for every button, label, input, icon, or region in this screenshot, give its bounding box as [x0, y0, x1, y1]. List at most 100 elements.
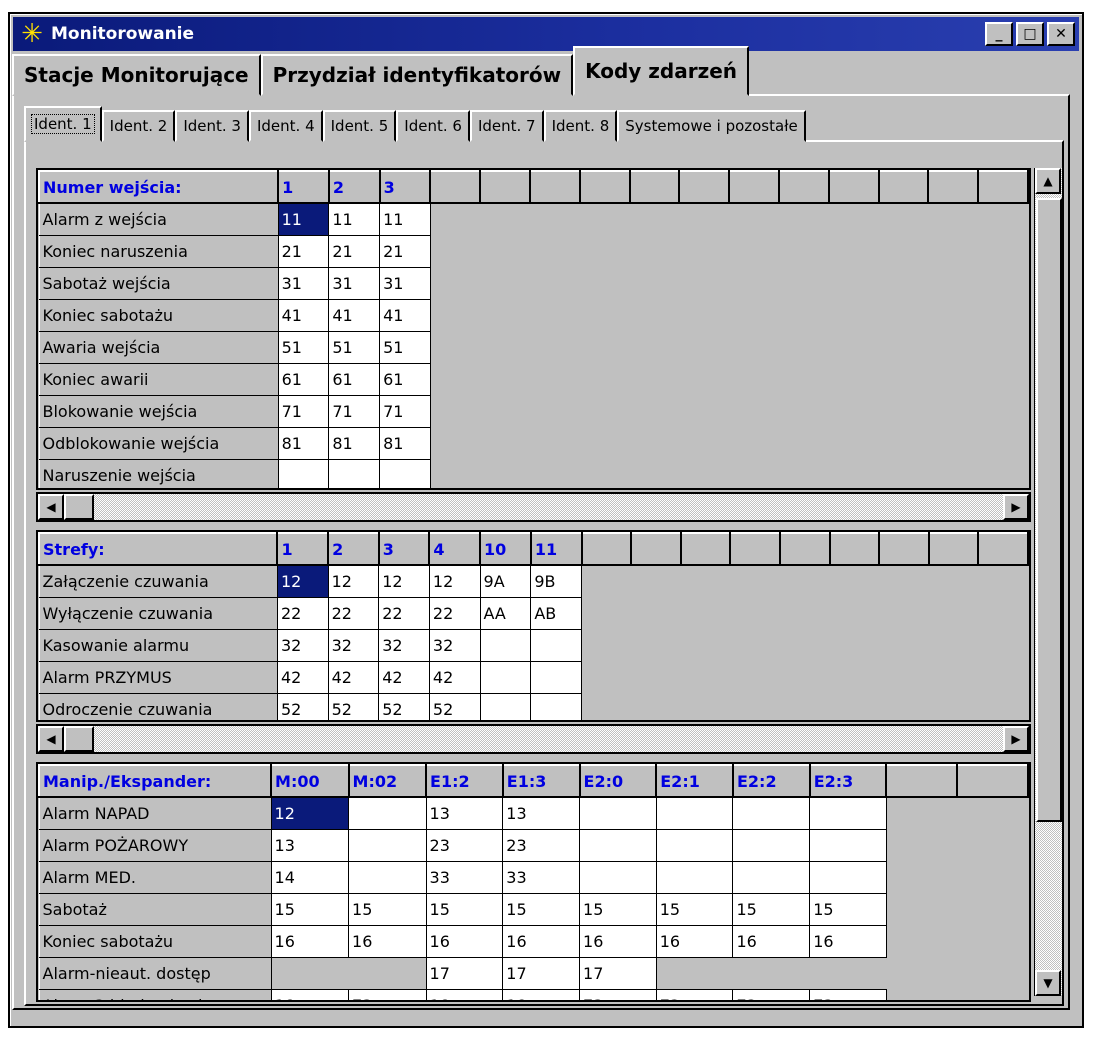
grid-cell[interactable]: 32 — [327, 628, 380, 662]
grid-cell[interactable]: 42 — [428, 660, 481, 694]
grid-cell[interactable]: 61 — [379, 362, 431, 396]
column-header[interactable]: E2:3 — [808, 764, 888, 798]
grid-cell[interactable]: 41 — [379, 298, 431, 332]
grid-cell[interactable]: 15 — [655, 892, 734, 926]
grid-cell[interactable]: AB — [530, 596, 583, 630]
scroll-down-icon[interactable]: ▼ — [1035, 970, 1061, 996]
grid-cell[interactable]: 13 — [502, 796, 581, 830]
grid-cell[interactable]: 71 — [379, 394, 431, 428]
grid-cell[interactable]: 11 — [328, 202, 381, 236]
grid-cell[interactable] — [732, 828, 811, 862]
grid-cell[interactable]: 11 — [379, 202, 431, 236]
tab-ident-3[interactable]: Ident. 3 — [175, 110, 249, 142]
column-header[interactable] — [828, 532, 881, 566]
grid-cell[interactable]: AA — [479, 596, 532, 630]
grid-cell[interactable] — [809, 860, 887, 894]
grid-cell[interactable]: 81 — [328, 426, 381, 460]
grid-cell[interactable]: 51 — [379, 330, 431, 364]
grid-cell[interactable] — [348, 796, 427, 830]
column-header[interactable] — [977, 532, 1029, 566]
scroll-thumb[interactable] — [1036, 198, 1062, 822]
maximize-button[interactable]: □ — [1016, 22, 1044, 46]
grid-cell[interactable]: 16 — [348, 924, 427, 958]
grid-cell[interactable]: 13 — [270, 828, 350, 862]
grid-cell[interactable] — [348, 957, 427, 989]
grid-cell[interactable] — [809, 796, 887, 830]
grid-cell[interactable]: 11 — [277, 202, 330, 236]
grid-cell[interactable]: 32 — [378, 628, 430, 662]
column-header[interactable]: 3 — [377, 532, 431, 566]
column-header[interactable] — [778, 532, 831, 566]
grid-cell[interactable] — [348, 860, 427, 894]
column-header[interactable] — [630, 532, 682, 566]
grid-cell[interactable] — [530, 628, 583, 662]
column-header[interactable]: 11 — [529, 532, 583, 566]
grid-cell[interactable]: 15 — [502, 892, 581, 926]
grid-cell[interactable]: 12 — [378, 564, 430, 598]
grid-cell[interactable]: 31 — [328, 266, 381, 300]
grid-cell[interactable] — [579, 860, 657, 894]
grid-cell[interactable]: 9B — [530, 564, 583, 598]
close-button[interactable]: ✕ — [1047, 22, 1075, 46]
column-header[interactable]: 3 — [378, 170, 432, 204]
tab-system-other[interactable]: Systemowe i pozostałe — [617, 110, 806, 142]
grid-cell[interactable]: 41 — [277, 298, 330, 332]
grid-cell[interactable]: 17 — [502, 956, 581, 990]
vertical-scrollbar[interactable]: ▲ ▼ — [1034, 168, 1062, 996]
grid-cell[interactable]: 16 — [579, 924, 657, 958]
column-header[interactable] — [580, 532, 633, 566]
grid-cell[interactable]: 42 — [276, 660, 329, 694]
grid-cell[interactable] — [530, 660, 583, 694]
grid-cell[interactable]: 22 — [327, 596, 380, 630]
column-header[interactable]: E1:3 — [501, 764, 581, 798]
grid-cell[interactable]: 15 — [270, 892, 350, 926]
grid-cell[interactable]: 61 — [277, 362, 330, 396]
grid-cell[interactable] — [479, 692, 532, 720]
tab-ident-6[interactable]: Ident. 6 — [396, 110, 470, 142]
column-header[interactable]: 1 — [276, 532, 330, 566]
column-header[interactable] — [827, 170, 880, 204]
grid-cell[interactable]: 16 — [425, 924, 504, 958]
grid-cell[interactable] — [277, 458, 330, 488]
column-header[interactable] — [628, 170, 681, 204]
grid-cell[interactable] — [328, 458, 381, 488]
grid-cell[interactable]: 31 — [379, 266, 431, 300]
zones-hscroll[interactable]: ◀ ▶ — [36, 724, 1031, 754]
grid-cell[interactable]: 73 — [732, 988, 811, 1000]
column-header[interactable]: E2:0 — [578, 764, 658, 798]
grid-cell[interactable]: 16 — [809, 924, 887, 958]
grid-cell[interactable]: 32 — [276, 628, 329, 662]
grid-cell[interactable]: 23 — [425, 828, 504, 862]
column-header[interactable] — [885, 764, 959, 798]
column-header[interactable]: 4 — [428, 532, 482, 566]
grid-cell[interactable]: 52 — [378, 692, 430, 720]
column-header[interactable] — [927, 532, 980, 566]
grid-cell[interactable]: 15 — [809, 892, 887, 926]
grid-cell[interactable]: 15 — [425, 892, 504, 926]
grid-cell[interactable]: 73 — [809, 988, 887, 1000]
grid-cell[interactable] — [656, 957, 733, 989]
column-header[interactable] — [679, 532, 732, 566]
scroll-left-icon[interactable]: ◀ — [38, 726, 64, 752]
grid-cell[interactable]: 32 — [428, 628, 481, 662]
grid-cell[interactable]: 22 — [378, 596, 430, 630]
grid-cell[interactable]: 33 — [502, 860, 581, 894]
column-header[interactable]: 10 — [479, 532, 532, 566]
grid-cell[interactable] — [348, 828, 427, 862]
column-header[interactable]: M:00 — [270, 764, 350, 798]
column-header[interactable] — [977, 170, 1029, 204]
column-header[interactable] — [927, 170, 980, 204]
tab-ident-5[interactable]: Ident. 5 — [322, 110, 397, 142]
tab-event-codes[interactable]: Kody zdarzeń — [573, 46, 750, 96]
grid-cell[interactable]: 42 — [327, 660, 380, 694]
column-header[interactable]: 2 — [327, 532, 380, 566]
column-header[interactable] — [877, 170, 930, 204]
grid-cell[interactable] — [809, 957, 887, 989]
column-header[interactable]: E2:2 — [731, 764, 811, 798]
grid-cell[interactable] — [655, 860, 734, 894]
tab-ident-2[interactable]: Ident. 2 — [101, 110, 176, 142]
column-header[interactable] — [777, 170, 830, 204]
grid-cell[interactable]: 73 — [348, 988, 427, 1000]
grid-cell[interactable]: 16 — [502, 924, 581, 958]
grid-cell[interactable]: 81 — [379, 426, 431, 460]
